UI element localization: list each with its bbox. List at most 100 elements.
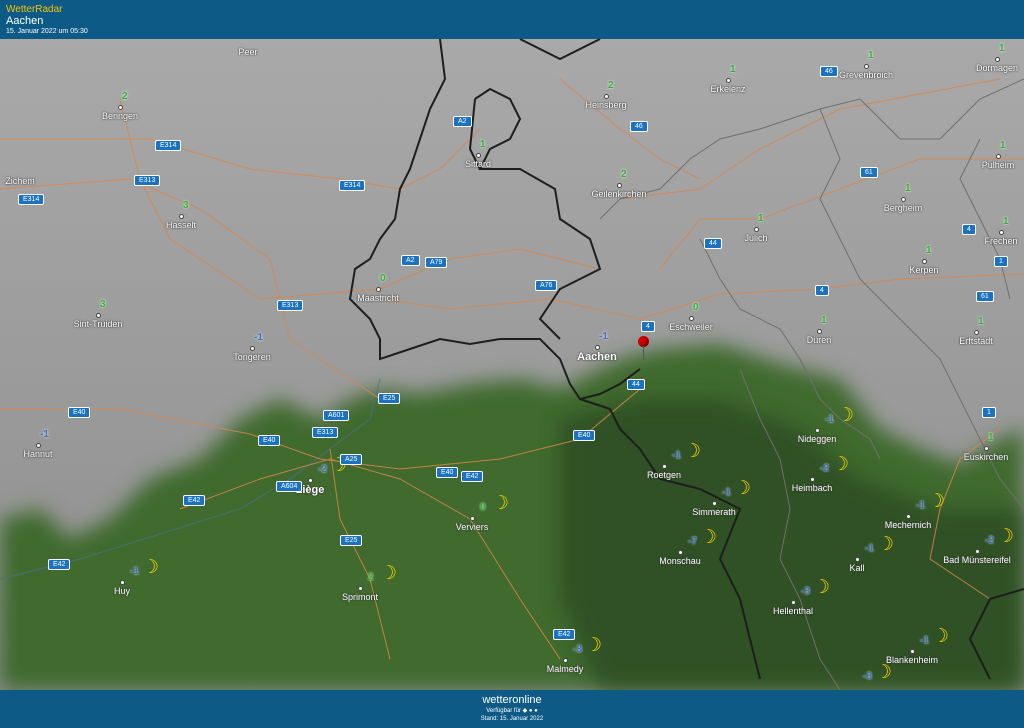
road-shield-e313: E313: [134, 175, 161, 186]
city-dot-duren: [817, 329, 822, 334]
city-dot-erftstadt: [974, 330, 979, 335]
city-label-verviers[interactable]: Verviers: [456, 522, 489, 532]
location-title: Aachen: [6, 15, 44, 27]
city-label-hasselt[interactable]: Hasselt: [166, 220, 196, 230]
city-label-bergheim[interactable]: Bergheim: [884, 203, 923, 213]
road-shield-a2: A2: [453, 116, 472, 127]
moon-icon: ☽: [380, 563, 398, 584]
city-label-nideggen[interactable]: Nideggen: [798, 434, 837, 444]
city-label-pulheim[interactable]: Pulheim: [982, 160, 1015, 170]
temperature-sint-truiden: 3: [100, 299, 106, 310]
road-shield-a604: A604: [276, 481, 303, 492]
temperature-roetgen: -1: [672, 450, 681, 461]
road-shield-e40: E40: [258, 435, 281, 446]
temperature-nideggen: -1: [825, 414, 834, 425]
city-label-frechen[interactable]: Frechen: [984, 236, 1017, 246]
brand-logo[interactable]: wetteronline: [0, 694, 1024, 706]
city-label-duren[interactable]: Düren: [807, 335, 832, 345]
city-label-mechernich[interactable]: Mechernich: [885, 520, 932, 530]
temperature-tongeren: -1: [254, 332, 263, 343]
city-label-tongeren[interactable]: Tongeren: [233, 352, 271, 362]
city-label-sint-truiden[interactable]: Sint-Truiden: [74, 319, 123, 329]
weather-map[interactable]: Peer Beringen 2 Zichem Hasselt 3 Sint-Truiden 3…: [0, 39, 1024, 690]
road-shield-e40: E40: [436, 467, 459, 478]
temperature-hasselt: 3: [183, 200, 189, 211]
timestamp: 15. Januar 2022 um 05:30: [6, 28, 88, 35]
temperature-kall: -1: [865, 543, 874, 554]
temperature-eschweiler: 0: [693, 302, 699, 313]
header-bar: WetterRadar Aachen 15. Januar 2022 um 05…: [0, 0, 1024, 39]
city-label-monschau[interactable]: Monschau: [659, 556, 701, 566]
temperature-heinsberg: 2: [608, 80, 614, 91]
city-label-beringen[interactable]: Beringen: [102, 111, 138, 121]
road-shield-e313: E313: [277, 300, 304, 311]
location-pin-stem: [643, 346, 644, 360]
moon-icon: ☽: [813, 577, 831, 598]
city-label-euskirchen[interactable]: Euskirchen: [964, 452, 1009, 462]
road-shield-e42: E42: [183, 495, 206, 506]
moon-icon: ☽: [734, 478, 752, 499]
city-dot-bergheim: [901, 197, 906, 202]
temperature-erftstadt: 1: [978, 316, 984, 327]
temperature-simmerath: -1: [722, 487, 731, 498]
city-label-huy[interactable]: Huy: [114, 586, 130, 596]
city-label-roetgen[interactable]: Roetgen: [647, 470, 681, 480]
city-label-erftstadt[interactable]: Erftstadt: [959, 336, 993, 346]
city-dot-erkelenz: [726, 78, 731, 83]
road-shield-e42: E42: [553, 629, 576, 640]
city-label-geilenkirchen[interactable]: Geilenkirchen: [591, 189, 646, 199]
city-label-erkelenz[interactable]: Erkelenz: [710, 84, 745, 94]
city-label-kall[interactable]: Kall: [849, 563, 864, 573]
temperature-grevenbroich: 1: [868, 50, 874, 61]
city-label-sprimont[interactable]: Sprimont: [342, 592, 378, 602]
road-shield-e40: E40: [573, 430, 596, 441]
road-shield-4: 4: [815, 285, 829, 296]
city-dot-geilenkirchen: [617, 183, 622, 188]
temperature-heimbach: -2: [820, 463, 829, 474]
city-dot-tongeren: [250, 346, 255, 351]
city-dot-monschau: [678, 550, 683, 555]
city-label-heinsberg[interactable]: Heinsberg: [585, 100, 626, 110]
road-shield-e25: E25: [378, 393, 401, 404]
temperature-liege: -2: [318, 464, 327, 475]
temperature-malmedy: -3: [573, 644, 582, 655]
temperature-julich: 1: [758, 213, 764, 224]
city-label-simmerath[interactable]: Simmerath: [692, 507, 736, 517]
city-label-eschweiler[interactable]: Eschweiler: [669, 322, 713, 332]
city-dot-kall: [855, 557, 860, 562]
city-label-hannut[interactable]: Hannut: [23, 449, 52, 459]
city-dot-mechernich: [906, 514, 911, 519]
city-label-dormagen[interactable]: Dormagen: [976, 63, 1018, 73]
road-shield-e314: E314: [155, 140, 182, 151]
temperature-frechen: 1: [1003, 216, 1009, 227]
moon-icon: ☽: [700, 527, 718, 548]
temperature-euskirchen: 1: [988, 432, 994, 443]
city-dot-maastricht: [376, 287, 381, 292]
temperature-sprimont: 2: [368, 572, 374, 583]
moon-icon: ☽: [142, 557, 160, 578]
moon-icon: ☽: [837, 405, 855, 426]
city-label-grevenbroich[interactable]: Grevenbroich: [839, 70, 893, 80]
city-label-malmedy[interactable]: Malmedy: [547, 664, 584, 674]
city-label-sittard[interactable]: Sittard: [465, 159, 491, 169]
city-label-heimbach[interactable]: Heimbach: [792, 483, 833, 493]
city-label-aachen[interactable]: Aachen: [577, 351, 617, 363]
app-name: WetterRadar: [6, 4, 63, 15]
temperature-geilenkirchen: 2: [621, 169, 627, 180]
road-shield-61: 61: [976, 291, 994, 302]
city-label-zichem[interactable]: Zichem: [5, 176, 35, 186]
temperature-dormagen: 1: [999, 43, 1005, 54]
city-label-peer[interactable]: Peer: [238, 47, 257, 57]
city-label-julich[interactable]: Julich: [744, 233, 767, 243]
city-dot-malmedy: [563, 658, 568, 663]
city-dot-sprimont: [358, 586, 363, 591]
city-label-blankenheim[interactable]: Blankenheim: [886, 655, 938, 665]
city-label-hellenthal[interactable]: Hellenthal: [773, 606, 813, 616]
moon-icon: ☽: [875, 662, 893, 683]
city-label-bad-munstereifel[interactable]: Bad Münstereifel: [943, 555, 1011, 565]
city-dot-eschweiler: [689, 316, 694, 321]
temperature-hannut: -1: [40, 429, 49, 440]
city-dot-hasselt: [179, 214, 184, 219]
city-label-kerpen[interactable]: Kerpen: [909, 265, 938, 275]
city-label-maastricht[interactable]: Maastricht: [357, 293, 399, 303]
